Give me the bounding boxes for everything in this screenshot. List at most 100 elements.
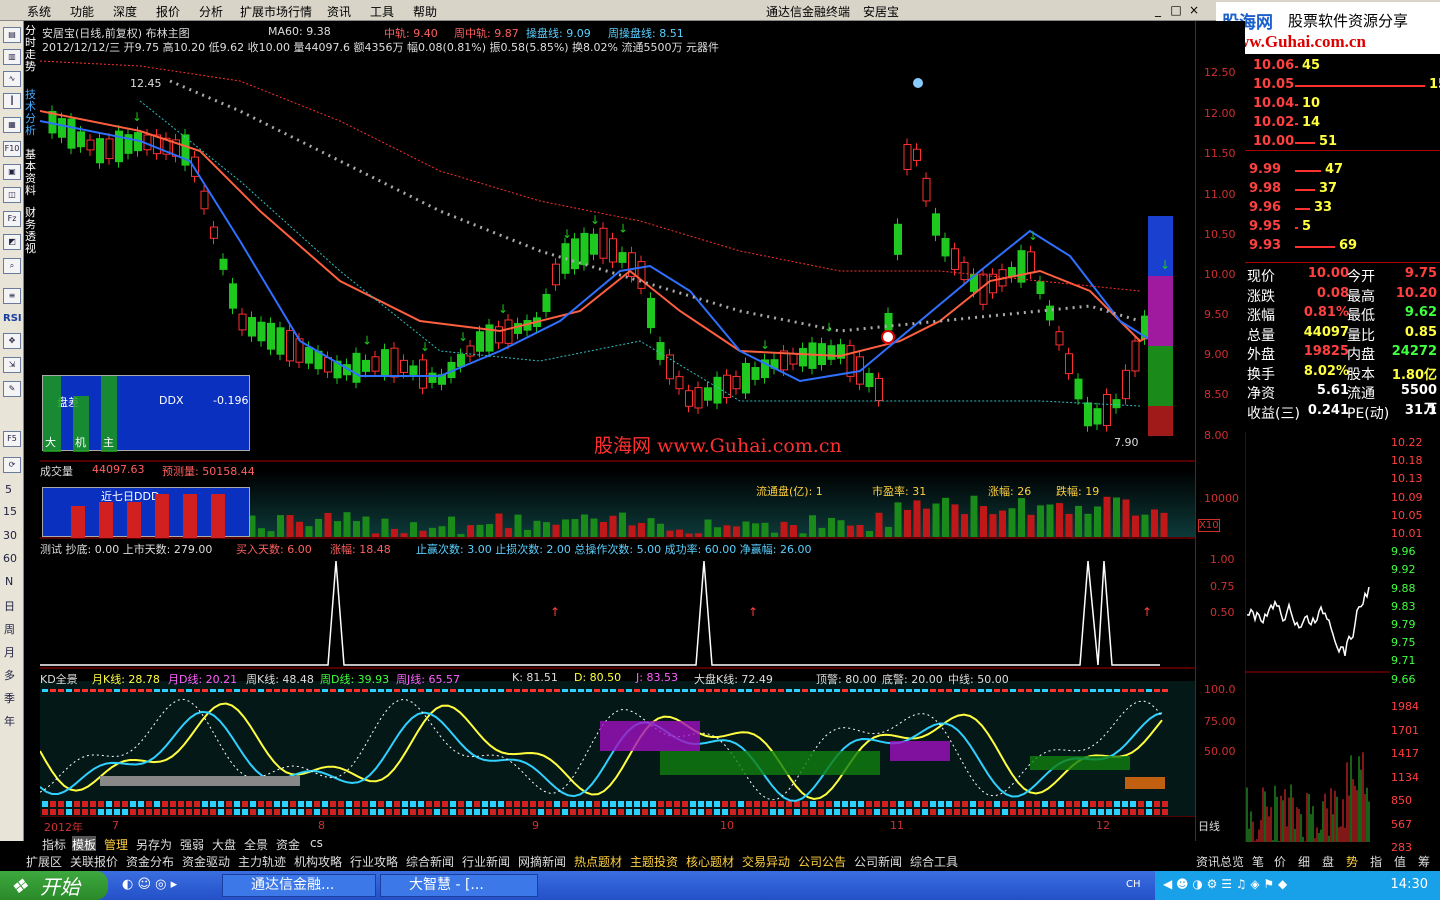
period-week[interactable]: 周 xyxy=(4,621,15,637)
right-tab[interactable]: 盘 xyxy=(1322,853,1334,870)
right-tab[interactable]: 细 xyxy=(1298,853,1310,870)
candle xyxy=(77,131,85,148)
pen-icon[interactable]: ✎ xyxy=(3,381,21,397)
toolbar-icon[interactable]: ▦ xyxy=(3,117,21,133)
volume-bar xyxy=(505,528,512,537)
right-tab[interactable]: 势 xyxy=(1346,853,1358,870)
kd-strip xyxy=(242,801,248,807)
candle xyxy=(1084,402,1092,427)
volume-bar xyxy=(970,495,978,537)
right-tab[interactable]: 筹 xyxy=(1418,853,1430,870)
menu-quote[interactable]: 报价 xyxy=(156,3,180,20)
tab-finance[interactable]: 财务透视 xyxy=(25,207,39,259)
tab-timeshare[interactable]: 分时走势 xyxy=(25,25,39,77)
rsi-button[interactable]: RSI xyxy=(3,313,22,324)
mini-timeshare-chart[interactable]: 10.22 10.18 10.13 10.09 10.05 10.01 9.96 9.92 9.… xyxy=(1245,432,1440,854)
kd-strip xyxy=(522,689,528,692)
toolbar-icon[interactable]: ◫ xyxy=(3,187,21,203)
ext-tab[interactable]: 行业攻略 xyxy=(350,853,398,870)
period-n[interactable]: N xyxy=(5,575,13,588)
ext-tab[interactable]: 公司新闻 xyxy=(854,853,902,870)
menu-analysis[interactable]: 分析 xyxy=(199,3,223,20)
ext-tab[interactable]: 行业新闻 xyxy=(462,853,510,870)
x-label-11: 11 xyxy=(890,819,904,832)
toolbar-icon[interactable]: ⟳ xyxy=(3,457,21,473)
kd-strip xyxy=(90,801,96,807)
toolbar-icon[interactable]: ▤ xyxy=(3,27,21,43)
kd-strip xyxy=(314,801,320,807)
f5-icon[interactable]: F5 xyxy=(3,431,21,447)
ext-tab[interactable]: 热点题材 xyxy=(574,853,622,870)
period-day[interactable]: 日 xyxy=(4,598,15,614)
toolbar-icon[interactable]: ≡ xyxy=(3,288,21,304)
period-multi[interactable]: 多 xyxy=(4,667,15,683)
kd-strip xyxy=(450,689,456,692)
x-label-12: 12 xyxy=(1096,819,1110,832)
line-chart-icon[interactable]: ∿ xyxy=(3,71,21,87)
kline-icon[interactable]: ┃ xyxy=(3,93,21,109)
menu-tools[interactable]: 工具 xyxy=(370,3,394,20)
kd-strip xyxy=(346,809,352,815)
tab-technical[interactable]: 技术分析 xyxy=(25,89,39,141)
right-tab[interactable]: 资讯总览 xyxy=(1196,853,1244,870)
menu-depth[interactable]: 深度 xyxy=(113,3,137,20)
ext-tab[interactable]: 核心题材 xyxy=(686,853,734,870)
start-button[interactable]: ❖ 开始 xyxy=(0,871,108,900)
quicklaunch-icons[interactable]: ◐ ☺ ◎ ▸ xyxy=(122,877,177,892)
maximize-button[interactable]: □ xyxy=(1168,2,1184,18)
ext-tab[interactable]: 关联报价 xyxy=(70,853,118,870)
ask-volume: 51 xyxy=(1319,134,1338,149)
menu-system[interactable]: 系统 xyxy=(27,3,51,20)
period-30[interactable]: 30 xyxy=(3,529,17,542)
ext-tab[interactable]: 主力轨迹 xyxy=(238,853,286,870)
ext-tab[interactable]: 资金分布 xyxy=(126,853,174,870)
right-tab[interactable]: 值 xyxy=(1394,853,1406,870)
ext-tab[interactable]: 资金驱动 xyxy=(182,853,230,870)
search-icon[interactable]: ⌕ xyxy=(3,258,21,274)
kd-strip xyxy=(562,801,568,807)
toolbar-icon[interactable]: ▣ xyxy=(3,164,21,180)
toolbar-icon[interactable]: ▥ xyxy=(3,49,21,65)
ext-tab[interactable]: 网摘新闻 xyxy=(518,853,566,870)
menu-help[interactable]: 帮助 xyxy=(413,3,437,20)
tray-icons[interactable]: ◀ ☻ ◑ ⚙ ☰ ♫ ◈ ⚑ ◆ xyxy=(1163,877,1287,891)
right-tab[interactable]: 价 xyxy=(1274,853,1286,870)
kd-strip xyxy=(378,801,384,807)
task-dzh[interactable]: 大智慧 - [... xyxy=(380,874,538,897)
tab-fundamentals[interactable]: 基本资料 xyxy=(25,149,39,201)
ext-tab[interactable]: 主题投资 xyxy=(630,853,678,870)
ext-tab[interactable]: 综合新闻 xyxy=(406,853,454,870)
period-15[interactable]: 15 xyxy=(3,505,17,518)
menu-news[interactable]: 资讯 xyxy=(327,3,351,20)
period-month[interactable]: 月 xyxy=(4,644,15,660)
kd-strip xyxy=(274,689,280,692)
ext-tab[interactable]: 综合工具 xyxy=(910,853,958,870)
toolbar-icon[interactable]: ⇲ xyxy=(3,357,21,373)
menu-ext-market[interactable]: 扩展市场行情 xyxy=(240,3,312,20)
right-tab[interactable]: 笔 xyxy=(1252,853,1264,870)
ext-tab[interactable]: 机构攻略 xyxy=(294,853,342,870)
task-tdx[interactable]: 通达信金融... xyxy=(222,874,376,897)
toolbar-icon[interactable]: ◩ xyxy=(3,234,21,250)
ext-tab[interactable]: 公司公告 xyxy=(798,853,846,870)
period-60[interactable]: 60 xyxy=(3,552,17,565)
period-5[interactable]: 5 xyxy=(5,483,12,496)
ext-tab[interactable]: 交易异动 xyxy=(742,853,790,870)
kd-strip xyxy=(82,809,88,815)
app-title: 通达信金融终端 xyxy=(766,5,851,19)
period-season[interactable]: 季 xyxy=(4,690,15,706)
ext-tab[interactable]: 扩展区 xyxy=(26,853,62,870)
chart-area[interactable]: ↓ ↓ ↓ ↓ ↓ ↓ ↓ ↓ ↓ ↓ ↓ ↓ ↑ ↑ ↑ 安居宝(日线,前复权) 布林主图 MA60: 9… xyxy=(40,21,1195,841)
tab-cs[interactable]: cs xyxy=(310,836,323,850)
period-year[interactable]: 年 xyxy=(4,713,15,729)
minimize-button[interactable]: _ xyxy=(1150,2,1166,18)
close-button[interactable]: × xyxy=(1186,2,1202,18)
language-indicator[interactable]: CH xyxy=(1126,879,1141,890)
fz-icon[interactable]: Fz xyxy=(3,211,21,227)
move-icon[interactable]: ✥ xyxy=(3,333,21,349)
f10-icon[interactable]: F10 xyxy=(3,141,21,157)
right-tab[interactable]: 指 xyxy=(1370,853,1382,870)
kd-strip xyxy=(674,801,680,807)
menu-function[interactable]: 功能 xyxy=(70,3,94,20)
volume-bar xyxy=(571,519,579,537)
